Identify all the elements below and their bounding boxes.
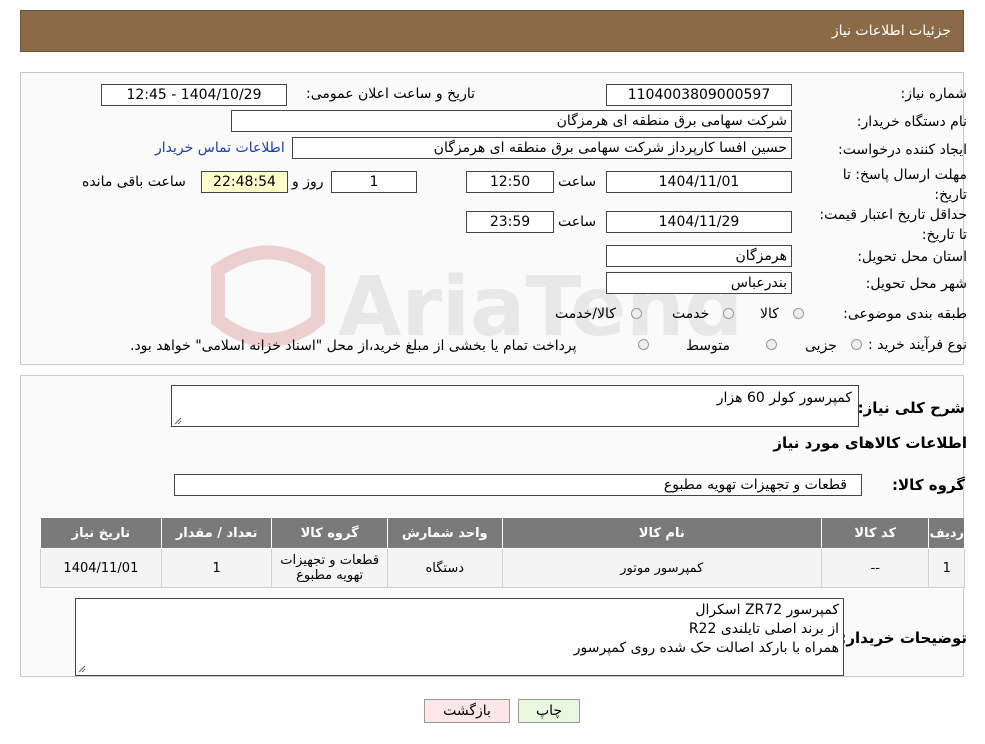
col-unit-header: واحد شمارش <box>386 517 503 549</box>
buyer-notes-line: همراه با بارکد اصالت حک شده روی کمپرسور <box>573 640 839 656</box>
process-label: نوع فرآیند خرید : <box>868 337 967 353</box>
payment-checkbox[interactable] <box>638 339 649 350</box>
buyer-notes-label: توضیحات خریدار: <box>840 629 967 647</box>
category-option-goods-service: کالا/خدمت <box>555 306 616 322</box>
resize-grip-icon[interactable] <box>174 417 182 425</box>
col-qty-header: تعداد / مقدار <box>160 517 273 549</box>
validity-time-field: 23:59 <box>466 211 554 233</box>
goods-table: ردیف کد کالا نام کالا واحد شمارش گروه کا… <box>40 517 965 588</box>
cell-date: 1404/11/01 <box>40 548 162 588</box>
days-label: روز و <box>292 174 324 190</box>
category-radio-goods[interactable] <box>793 308 804 319</box>
need-number-field: 1104003809000597 <box>606 84 792 106</box>
print-button[interactable]: چاپ <box>518 699 580 723</box>
buyer-org-label: نام دستگاه خریدار: <box>856 114 967 130</box>
cell-qty: 1 <box>160 548 273 588</box>
col-code-header: کد کالا <box>820 517 930 549</box>
resize-grip-icon[interactable] <box>78 665 86 673</box>
buyer-contact-link[interactable]: اطلاعات تماس خریدار <box>155 140 285 156</box>
goods-group-field: قطعات و تجهیزات تهویه مطبوع <box>174 474 862 496</box>
goods-info-title: اطلاعات کالاهای مورد نیاز <box>773 434 967 452</box>
need-number-label: شماره نیاز: <box>900 86 968 102</box>
process-option-minor: جزیی <box>805 338 837 354</box>
city-label: شهر محل تحویل: <box>865 276 967 292</box>
validity-time-label: ساعت <box>558 214 597 230</box>
col-group-header: گروه کالا <box>271 517 388 549</box>
buyer-notes-field: کمپرسور ZR72 اسکرال از برند اصلی تایلندی… <box>75 598 844 676</box>
cell-group: قطعات و تجهیزات تهویه مطبوع <box>271 548 388 588</box>
cell-row: 1 <box>928 548 965 588</box>
remaining-time-field: 22:48:54 <box>201 171 288 193</box>
requester-label: ایجاد کننده درخواست: <box>838 142 967 158</box>
col-date-header: تاریخ نیاز <box>40 517 162 549</box>
goods-group-label: گروه کالا: <box>892 476 965 494</box>
deadline-date-field: 1404/11/01 <box>606 171 792 193</box>
remaining-label: ساعت باقی مانده <box>82 174 186 190</box>
buyer-notes-line: از برند اصلی تایلندی R22 <box>688 621 839 637</box>
cell-name: کمپرسور موتور <box>501 548 822 588</box>
cell-unit: دستگاه <box>386 548 503 588</box>
need-description-text: کمپرسور کولر 60 هزار <box>716 390 852 406</box>
page-header: جزئیات اطلاعات نیاز <box>20 10 964 52</box>
category-label: طبقه بندی موضوعی: <box>843 306 967 322</box>
buyer-org-field: شرکت سهامی برق منطقه ای هرمزگان <box>231 110 792 132</box>
validity-date-field: 1404/11/29 <box>606 211 792 233</box>
province-label: استان محل تحویل: <box>857 249 967 265</box>
need-description-field: کمپرسور کولر 60 هزار <box>171 385 859 427</box>
category-option-goods: کالا <box>760 306 779 322</box>
buyer-notes-line: کمپرسور ZR72 اسکرال <box>695 602 839 618</box>
validity-label: حداقل تاریخ اعتبار قیمت: تا تاریخ: <box>819 207 967 243</box>
process-radio-minor[interactable] <box>851 339 862 350</box>
page-title: جزئیات اطلاعات نیاز <box>831 23 951 39</box>
category-radio-service[interactable] <box>723 308 734 319</box>
category-option-service: خدمت <box>672 306 710 322</box>
cell-code: -- <box>820 548 930 588</box>
process-radio-medium[interactable] <box>766 339 777 350</box>
days-field: 1 <box>331 171 417 193</box>
col-name-header: نام کالا <box>501 517 822 549</box>
need-description-label: شرح کلی نیاز: <box>857 399 965 417</box>
announce-field: 1404/10/29 - 12:45 <box>101 84 287 106</box>
category-radio-goods-service[interactable] <box>631 308 642 319</box>
col-row-header: ردیف <box>928 517 965 549</box>
requester-field: حسین افسا کارپرداز شرکت سهامی برق منطقه … <box>292 137 792 159</box>
announce-label: تاریخ و ساعت اعلان عمومی: <box>306 86 475 102</box>
deadline-label: مهلت ارسال پاسخ: تا تاریخ: <box>842 167 967 203</box>
goods-table-header: ردیف کد کالا نام کالا واحد شمارش گروه کا… <box>40 517 965 549</box>
back-button[interactable]: بازگشت <box>424 699 510 723</box>
deadline-time-label: ساعت <box>558 174 597 190</box>
deadline-time-field: 12:50 <box>466 171 554 193</box>
city-field: بندرعباس <box>606 272 792 294</box>
province-field: هرمزگان <box>606 245 792 267</box>
process-option-medium: متوسط <box>686 338 730 354</box>
table-row: 1 -- کمپرسور موتور دستگاه قطعات و تجهیزا… <box>40 548 965 588</box>
payment-note: پرداخت تمام یا بخشی از مبلغ خرید،از محل … <box>130 338 577 354</box>
